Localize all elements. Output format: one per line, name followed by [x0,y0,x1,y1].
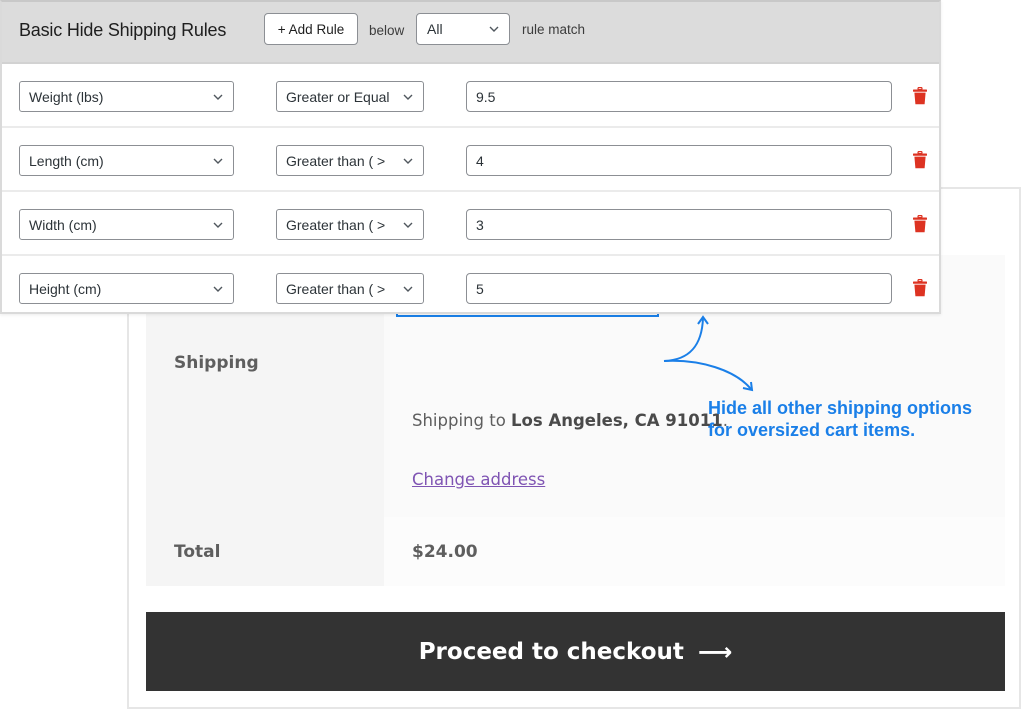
total-value: $24.00 [384,517,1005,586]
rule-value-input[interactable] [466,145,892,176]
checkout-label: Proceed to checkout [418,638,684,665]
hide-shipping-rules-panel: Basic Hide Shipping Rules + Add Rule bel… [0,0,941,314]
rule-operator-select[interactable]: Greater than ( > [276,145,424,176]
chevron-down-icon [402,91,414,103]
rule-field-select[interactable]: Height (cm) [19,273,234,304]
proceed-to-checkout-button[interactable]: Proceed to checkout ⟶ [146,612,1005,691]
add-rule-button[interactable]: + Add Rule [264,13,358,45]
rule-match-select[interactable]: All [416,13,510,45]
rule-row: Height (cm) Greater than ( > [2,256,939,316]
rules-list: Weight (lbs) Greater or Equal Length (cm… [2,64,939,316]
trash-icon[interactable] [912,279,928,297]
chevron-down-icon [213,286,223,292]
trash-icon[interactable] [912,215,928,233]
trash-icon[interactable] [912,151,928,169]
chevron-down-icon [402,155,414,167]
chevron-down-icon [489,26,499,32]
cart-row-total: Total $24.00 [146,517,1005,586]
annotation-callout: Hide all other shipping options for over… [708,398,972,440]
rule-row: Weight (lbs) Greater or Equal [2,64,939,128]
rule-value-input[interactable] [466,273,892,304]
rule-field-select[interactable]: Weight (lbs) [19,81,234,112]
arrow-right-icon: ⟶ [697,637,733,666]
rule-match-label: rule match [522,22,586,37]
trash-icon[interactable] [912,87,928,105]
chevron-down-icon [213,94,223,100]
rule-value-input[interactable] [466,209,892,240]
total-label: Total [146,517,384,586]
rules-title: Basic Hide Shipping Rules [19,20,227,40]
rule-row: Length (cm) Greater than ( > [2,128,939,192]
below-label: below [369,23,405,38]
rule-operator-select[interactable]: Greater than ( > [276,209,424,240]
shipping-label: Shipping [146,325,384,517]
rules-header: Basic Hide Shipping Rules + Add Rule bel… [2,2,939,64]
chevron-down-icon [213,158,223,164]
chevron-down-icon [402,283,414,295]
shipping-location: Los Angeles, CA 91011 [511,411,723,430]
chevron-down-icon [402,219,414,231]
rule-row: Width (cm) Greater than ( > [2,192,939,256]
rule-operator-select[interactable]: Greater than ( > [276,273,424,304]
rule-field-select[interactable]: Width (cm) [19,209,234,240]
rule-operator-select[interactable]: Greater or Equal [276,81,424,112]
chevron-down-icon [213,222,223,228]
change-address-link[interactable]: Change address [412,470,545,489]
shipping-destination: Shipping to Los Angeles, CA 91011. [412,411,728,430]
rule-field-select[interactable]: Length (cm) [19,145,234,176]
rule-value-input[interactable] [466,81,892,112]
